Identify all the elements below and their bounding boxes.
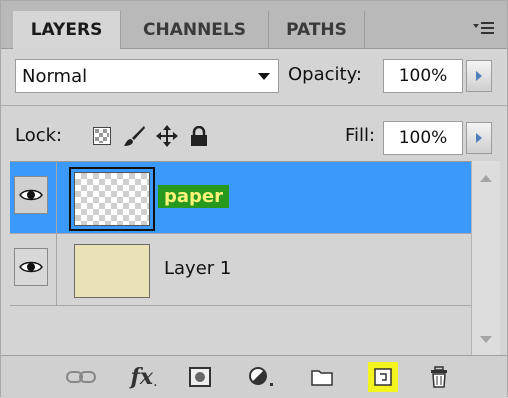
layer-name[interactable]: paper [158, 185, 230, 208]
lock-image-pixels-icon[interactable] [119, 123, 149, 149]
layers-bottom-toolbar: fx . [1, 355, 507, 398]
dropdown-dot-icon: . [153, 374, 158, 390]
opacity-input[interactable]: 100% [383, 59, 463, 93]
tab-layers[interactable]: LAYERS [13, 11, 121, 49]
layer-list: paper Layer 1 [10, 161, 471, 356]
new-group-icon[interactable] [307, 363, 337, 391]
layer-thumbnail[interactable] [74, 172, 150, 226]
layer-style-icon: fx [130, 364, 154, 390]
eye-icon [19, 189, 43, 201]
lock-all-icon[interactable] [186, 123, 212, 149]
panel-tab-bar: LAYERS CHANNELS PATHS [1, 1, 507, 49]
divider [1, 105, 507, 106]
new-layer-icon[interactable] [368, 362, 398, 392]
fill-slider-button[interactable] [466, 122, 492, 154]
lock-transparent-pixels-icon[interactable] [89, 123, 115, 149]
layer-row-paper[interactable]: paper [10, 162, 471, 234]
arrow-right-icon [476, 71, 482, 81]
layer-list-scrollbar[interactable] [471, 161, 500, 355]
layer-row-layer-1[interactable]: Layer 1 [10, 234, 471, 306]
chevron-down-icon [258, 73, 270, 80]
blend-mode-value: Normal [22, 65, 88, 87]
delete-layer-icon[interactable] [425, 363, 453, 391]
tab-channels[interactable]: CHANNELS [121, 11, 269, 48]
scroll-up-icon[interactable] [480, 175, 492, 182]
adjustment-layer-icon[interactable] [245, 363, 279, 391]
panel-menu-icon[interactable] [473, 19, 495, 37]
visibility-toggle[interactable] [14, 176, 48, 214]
divider [56, 234, 57, 306]
divider [56, 162, 57, 234]
tab-paths[interactable]: PATHS [269, 11, 365, 48]
layer-name[interactable]: Layer 1 [164, 258, 231, 279]
arrow-right-icon [476, 133, 482, 143]
lock-position-icon[interactable] [153, 123, 181, 149]
layers-panel: LAYERS CHANNELS PATHS Normal Opacity: 10… [0, 0, 508, 398]
scroll-down-icon[interactable] [480, 336, 492, 343]
blend-mode-select[interactable]: Normal [15, 59, 279, 93]
link-layers-icon[interactable] [63, 363, 99, 391]
layer-thumbnail[interactable] [74, 244, 150, 298]
visibility-toggle[interactable] [14, 248, 48, 286]
fill-input[interactable]: 100% [383, 121, 463, 155]
fill-label: Fill: [345, 125, 376, 146]
opacity-label: Opacity: [288, 64, 362, 85]
layer-style-button[interactable]: fx . [119, 363, 169, 391]
eye-icon [19, 261, 43, 273]
opacity-slider-button[interactable] [466, 60, 492, 92]
lock-label: Lock: [15, 125, 63, 146]
layer-mask-icon[interactable] [185, 363, 215, 391]
